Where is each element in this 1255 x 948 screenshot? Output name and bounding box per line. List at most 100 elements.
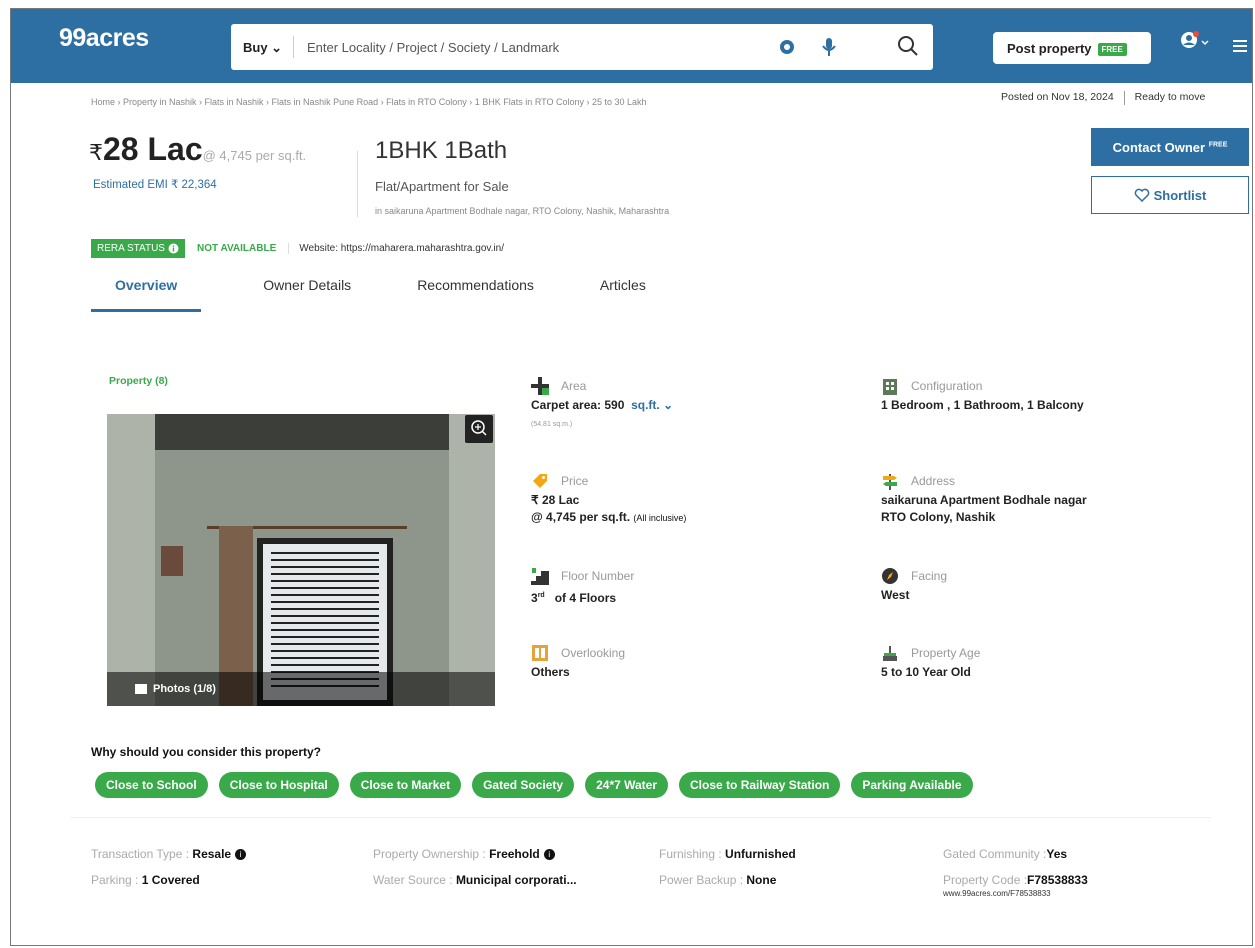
address-value: saikaruna Apartment Bodhale nagar RTO Col… [881,492,1087,526]
area-sqm-note: (54.81 sq.m.) [531,421,573,428]
chip-24x7-water[interactable]: 24*7 Water [585,772,669,798]
buy-dropdown[interactable]: Buy ⌄ [243,40,282,56]
photos-counter-label: Photos (1/8) [153,683,216,695]
property-code-value: F78538833 [1027,873,1088,887]
rera-website-link[interactable]: Website: https://maharera.maharashtra.go… [288,243,504,254]
furnishing-info: Furnishing : Unfurnished [659,847,796,861]
why-consider-heading: Why should you consider this property? [91,745,322,759]
price-per-sqft-detail: @ 4,745 per sq.ft. [531,510,631,524]
tab-overview[interactable]: Overview [91,277,202,312]
possession-status: Ready to move [1134,91,1206,103]
window-view-icon [532,645,548,661]
posted-date: Posted on Nov 18, 2024 [1001,91,1114,103]
floor-stairs-icon [531,568,549,585]
zoom-in-icon[interactable] [465,415,493,443]
search-bar[interactable]: Buy ⌄ Enter Locality / Project / Society… [231,24,933,70]
power-backup: Power Backup : None [659,873,776,887]
tab-recommendations[interactable]: Recommendations [413,277,538,312]
overlooking-value: Others [531,665,570,679]
overlooking-label: Overlooking [561,646,626,660]
photo-wall-frame [161,546,183,576]
transaction-type-value: Resale [192,847,232,861]
search-icon[interactable] [895,33,921,59]
transaction-type: Transaction Type : Resale i [91,847,247,861]
breadcrumb[interactable]: Home › Property in Nashik › Flats in Nas… [91,97,647,107]
logo[interactable]: 99acres [59,24,149,53]
price-details: ₹ 28 Lac @ 4,745 per sq.ft. (All inclusiv… [531,492,686,527]
water-source-label: Water Source : [373,873,453,887]
chip-close-to-hospital[interactable]: Close to Hospital [218,772,339,798]
chip-parking-available[interactable]: Parking Available [851,772,973,798]
post-property-button[interactable]: Post property FREE [993,32,1151,64]
info-icon[interactable] [168,243,179,254]
total-floors: of 4 Floors [554,591,617,605]
parking-value: 1 Covered [141,873,200,887]
user-account-icon[interactable] [1177,29,1211,59]
divider [293,36,294,58]
configuration-label: Configuration [911,379,983,393]
price-tag-icon [533,474,547,488]
rera-status-badge: RERA STATUS [91,239,185,258]
rera-row: RERA STATUS NOT AVAILABLE Website: https… [91,239,504,258]
divider [71,817,1211,818]
info-icon[interactable]: i [235,849,247,861]
chip-close-to-school[interactable]: Close to School [95,772,208,798]
posted-info: Posted on Nov 18, 2024 Ready to move [1001,91,1205,105]
browser-frame: 99acres Buy ⌄ Enter Locality / Project /… [10,8,1253,946]
power-backup-value: None [746,873,777,887]
floor-number: 3 [531,591,538,605]
floor-label: Floor Number [561,569,635,583]
address-line-1: saikaruna Apartment Bodhale nagar [881,493,1087,507]
price-block: ₹28 Lac@ 4,745 per sq.ft. [89,131,306,168]
unit-label: sq.ft. [631,398,660,412]
hamburger-menu-icon[interactable] [1233,39,1247,53]
property-url-link[interactable]: www.99acres.com/F78538833 [943,889,1051,898]
info-icon[interactable]: i [543,849,555,861]
emi-link[interactable]: Estimated EMI ₹ 22,364 [93,177,217,191]
price-per-sqft: @ 4,745 per sq.ft. [202,148,307,163]
listing-subtitle: Flat/Apartment for Sale [375,179,509,194]
configuration-value: 1 Bedroom , 1 Bathroom, 1 Balcony [881,398,1084,412]
listing-title: 1BHK 1Bath [375,137,508,164]
search-input[interactable]: Enter Locality / Project / Society / Lan… [307,40,559,55]
contact-owner-button[interactable]: Contact Owner FREE [1091,128,1249,166]
currency-symbol: ₹ [89,140,103,165]
water-source: Water Source : Municipal corporati... [373,873,577,887]
property-code: Property Code :F78538833 [943,873,1088,887]
tab-owner-details[interactable]: Owner Details [259,277,355,312]
area-value: Carpet area: 590 sq.ft. ⌄ (54.81 sq.m.) [531,397,673,433]
unit-dropdown[interactable]: sq.ft. ⌄ [631,398,673,412]
price-inclusive-note: (All inclusive) [633,513,687,523]
area-label: Area [561,379,587,393]
gated-community: Gated Community :Yes [943,847,1067,861]
property-photo-count[interactable]: Property (8) [109,375,168,387]
area-icon [531,377,549,395]
listing-address: in saikaruna Apartment Bodhale nagar, RT… [375,206,670,216]
tab-bar: Overview Owner Details Recommendations A… [91,277,708,312]
property-age-label: Property Age [911,646,981,660]
location-icon[interactable] [777,37,797,57]
transaction-type-label: Transaction Type : [91,847,190,861]
shortlist-button[interactable]: Shortlist [1091,176,1249,214]
parking-info: Parking : 1 Covered [91,873,200,887]
price-value: 28 Lac [103,131,203,167]
highlights-chips: Close to School Close to Hospital Close … [95,772,973,798]
property-photo[interactable]: Photos (1/8) [107,414,495,706]
address-line-2: RTO Colony, Nashik [881,510,996,524]
tab-articles[interactable]: Articles [596,277,650,312]
gated-community-label: Gated Community : [943,847,1047,861]
photos-counter[interactable]: Photos (1/8) [107,672,495,706]
contact-owner-label: Contact Owner [1112,140,1206,155]
carpet-area-text: Carpet area: 590 [531,398,625,412]
rera-status-value: NOT AVAILABLE [196,243,277,254]
chip-gated-society[interactable]: Gated Society [472,772,575,798]
rera-status-label: RERA STATUS [97,243,165,254]
price-label: Price [561,474,589,488]
microphone-icon[interactable] [819,36,839,58]
chip-close-to-market[interactable]: Close to Market [349,772,462,798]
ownership-label: Property Ownership : [373,847,486,861]
chip-close-to-railway-station[interactable]: Close to Railway Station [679,772,841,798]
signpost-icon [883,474,897,490]
address-label: Address [911,474,956,488]
buy-label: Buy [243,40,268,55]
